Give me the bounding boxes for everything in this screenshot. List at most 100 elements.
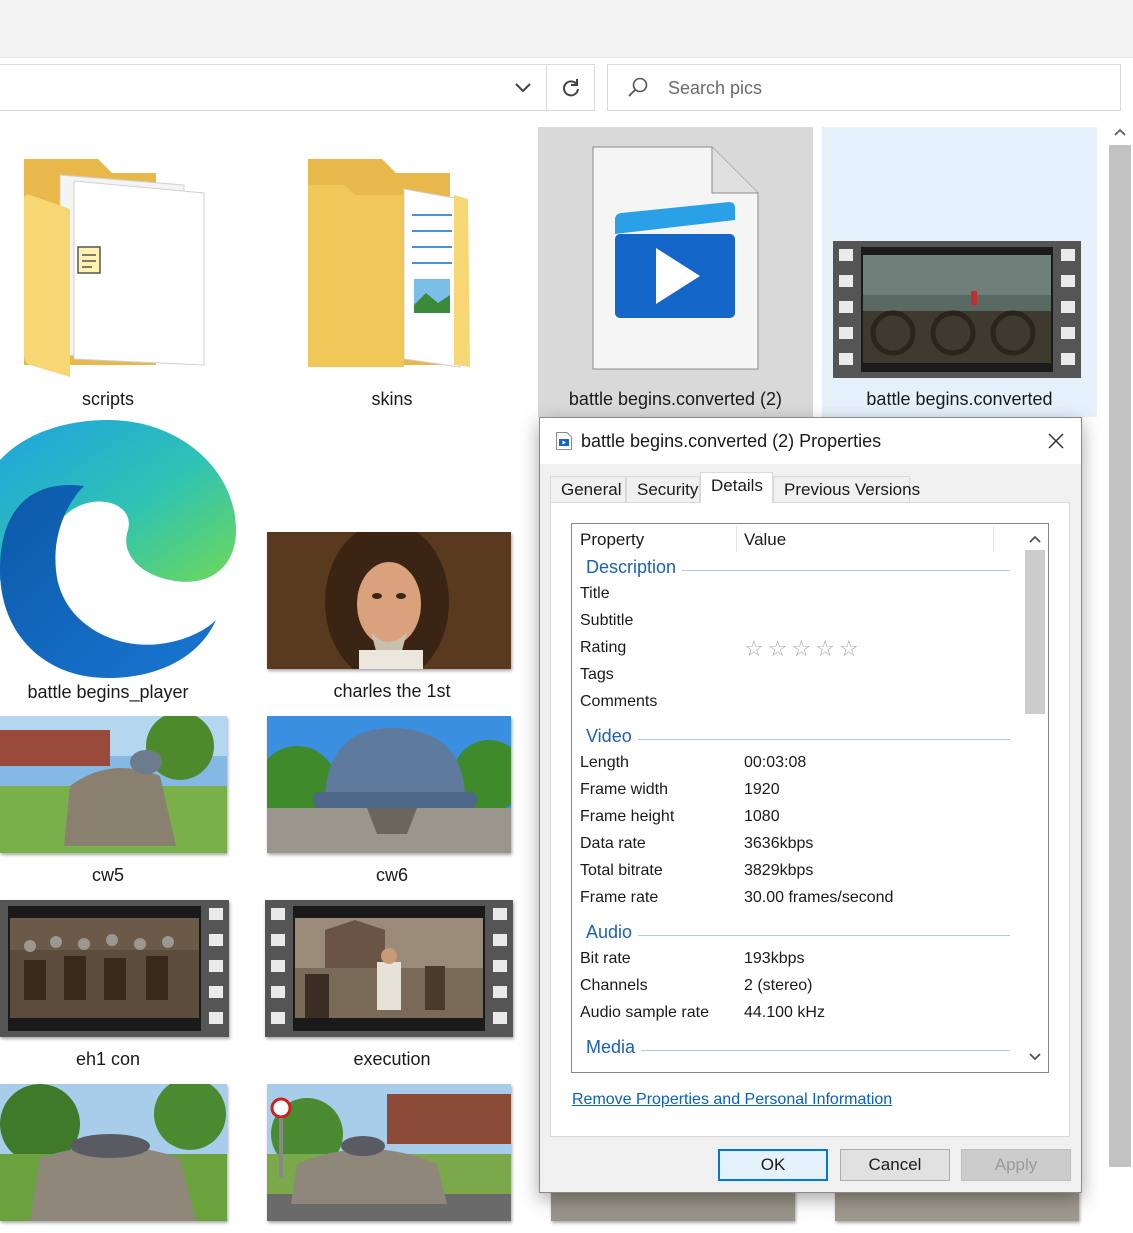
search-icon [626, 76, 650, 100]
search-input[interactable]: Search pics [668, 78, 762, 99]
property-row-rating[interactable]: Rating ☆☆☆☆☆ [572, 636, 1022, 663]
video-file-icon [592, 146, 759, 370]
cancel-button[interactable]: Cancel [840, 1149, 950, 1181]
property-name: Channels [580, 977, 648, 994]
close-icon[interactable] [1038, 426, 1074, 456]
file-label: cw6 [375, 865, 408, 885]
property-row-audio-sample-rate[interactable]: Audio sample rate 44.100 kHz [572, 1001, 1022, 1028]
toolbar-strip [0, 0, 1133, 58]
tab-security[interactable]: Security [626, 476, 700, 502]
remove-properties-link[interactable]: Remove Properties and Personal Informati… [572, 1091, 892, 1109]
scroll-down-icon[interactable] [1022, 1046, 1048, 1068]
property-row-bit-rate[interactable]: Bit rate 193kbps [572, 947, 1022, 974]
file-item-cw5[interactable]: cw5 [0, 716, 227, 892]
address-bar[interactable] [0, 64, 595, 111]
scroll-up-icon[interactable] [1107, 119, 1133, 145]
chevron-down-icon[interactable] [501, 65, 545, 110]
property-name: Total bitrate [580, 862, 663, 879]
tab-general[interactable]: General [550, 476, 626, 502]
scrollbar-thumb[interactable] [1109, 145, 1131, 1167]
file-label: skins [371, 389, 413, 409]
property-row-total-bitrate[interactable]: Total bitrate 3829kbps [572, 859, 1022, 886]
property-list-scrollbar[interactable] [1022, 524, 1048, 1072]
file-item-image[interactable] [835, 1190, 1079, 1221]
property-name: Title [580, 585, 610, 602]
file-item-image[interactable] [267, 1084, 511, 1221]
property-value: 2 (stereo) [744, 977, 813, 994]
file-item-battle-begins-converted[interactable]: battle begins.converted [822, 127, 1097, 417]
property-name: Length [580, 754, 629, 771]
scroll-up-icon[interactable] [1022, 528, 1048, 550]
property-name: Subtitle [580, 612, 634, 629]
dialog-titlebar[interactable]: battle begins.converted (2) Properties [540, 418, 1081, 464]
section-label: Description [586, 557, 683, 578]
star-icon[interactable]: ☆ [815, 636, 839, 661]
section-audio: Audio [586, 922, 1010, 946]
file-label: execution [353, 1049, 431, 1069]
image-thumbnail [267, 532, 511, 669]
property-row-frame-width[interactable]: Frame width 1920 [572, 778, 1022, 805]
image-thumbnail [0, 1084, 227, 1221]
star-icon[interactable]: ☆ [768, 636, 792, 661]
edge-browser-icon [0, 420, 236, 678]
file-item-cw6[interactable]: cw6 [267, 716, 511, 892]
property-row-length[interactable]: Length 00:03:08 [572, 751, 1022, 778]
property-value: 3636kbps [744, 835, 814, 852]
property-list[interactable]: Property Value Description Title Subtitl… [571, 523, 1049, 1073]
column-divider[interactable] [993, 526, 994, 552]
properties-dialog: battle begins.converted (2) Properties G… [539, 417, 1082, 1193]
file-label: cw5 [91, 865, 124, 885]
property-row-data-rate[interactable]: Data rate 3636kbps [572, 832, 1022, 859]
star-icon[interactable]: ☆ [791, 636, 815, 661]
section-divider [586, 739, 1010, 740]
file-item-image[interactable] [0, 1084, 227, 1221]
tab-previous-versions[interactable]: Previous Versions [773, 476, 920, 502]
column-header-value[interactable]: Value [744, 530, 786, 550]
file-item-skins[interactable]: skins [284, 127, 502, 417]
property-value: 44.100 kHz [744, 1004, 825, 1021]
file-item-image[interactable] [551, 1190, 795, 1221]
scrollbar-thumb[interactable] [1025, 550, 1045, 714]
tab-details[interactable]: Details [700, 472, 773, 503]
file-item-eh1-con[interactable]: eh1 con [0, 900, 229, 1076]
property-row-subtitle[interactable]: Subtitle [572, 609, 1022, 636]
file-item-battle-begins-player[interactable]: battle begins_player [0, 420, 236, 710]
search-box[interactable]: Search pics [607, 64, 1121, 111]
section-divider [586, 935, 1010, 936]
property-name: Data rate [580, 835, 646, 852]
image-thumbnail [267, 1084, 511, 1221]
property-value: 3829kbps [744, 862, 814, 879]
apply-button[interactable]: Apply [961, 1149, 1071, 1181]
star-icon[interactable]: ☆ [744, 636, 768, 661]
file-item-battle-begins-converted-2[interactable]: battle begins.converted (2) [538, 127, 813, 417]
file-item-charles-the-1st[interactable]: charles the 1st [267, 532, 511, 708]
video-file-icon [556, 432, 572, 450]
section-label: Audio [586, 922, 639, 943]
video-thumbnail [0, 900, 229, 1037]
property-row-frame-height[interactable]: Frame height 1080 [572, 805, 1022, 832]
section-label: Video [586, 726, 638, 747]
refresh-icon[interactable] [547, 65, 594, 110]
file-label: charles the 1st [333, 681, 451, 701]
column-header-property[interactable]: Property [580, 530, 644, 550]
dialog-title: battle begins.converted (2) Properties [581, 431, 882, 451]
property-row-comments[interactable]: Comments [572, 690, 1022, 717]
property-row-channels[interactable]: Channels 2 (stereo) [572, 974, 1022, 1001]
column-divider[interactable] [736, 526, 737, 552]
file-item-scripts[interactable]: scripts [0, 127, 260, 417]
property-value: 193kbps [744, 950, 805, 967]
property-row-frame-rate[interactable]: Frame rate 30.00 frames/second [572, 886, 1022, 913]
property-row-tags[interactable]: Tags [572, 663, 1022, 690]
property-value: 1920 [744, 781, 780, 798]
star-icon[interactable]: ☆ [839, 636, 863, 661]
file-label: battle begins_player [27, 682, 189, 702]
rating-stars[interactable]: ☆☆☆☆☆ [744, 636, 863, 662]
folder-icon [24, 159, 205, 377]
file-item-execution[interactable]: execution [265, 900, 513, 1076]
file-label: battle begins.converted [866, 389, 1053, 409]
file-label: battle begins.converted (2) [568, 389, 783, 409]
ok-button[interactable]: OK [718, 1149, 828, 1181]
property-name: Frame width [580, 781, 669, 798]
explorer-scrollbar[interactable] [1107, 117, 1133, 1233]
property-row-title[interactable]: Title [572, 582, 1022, 609]
